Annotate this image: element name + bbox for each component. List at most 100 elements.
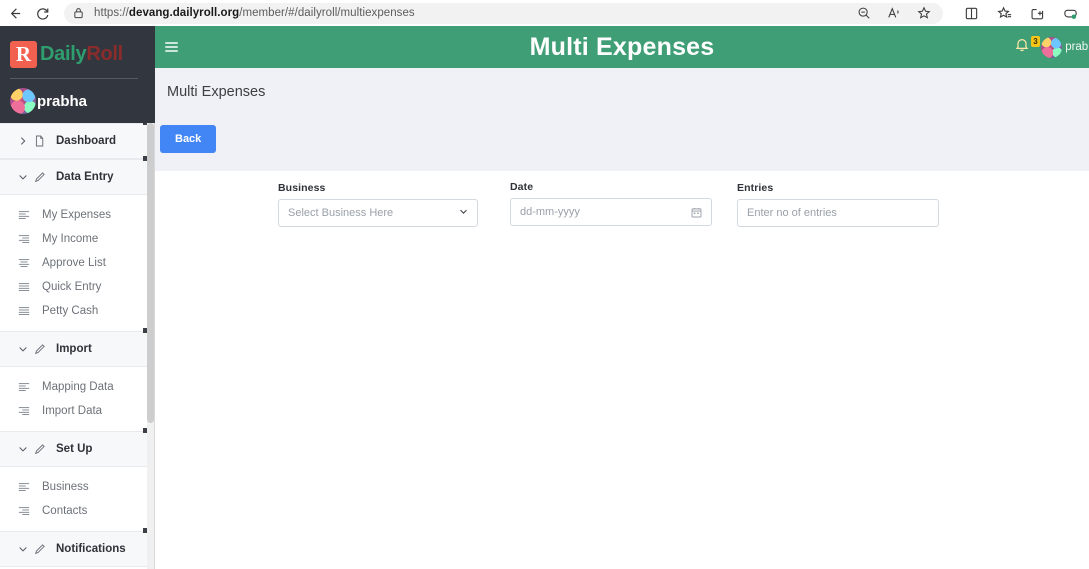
browser-reload-button[interactable]: [28, 1, 56, 25]
sidebar-group-set-up: Business Contacts: [0, 467, 154, 531]
url-text: https://devang.dailyroll.org/member/#/da…: [94, 7, 415, 19]
sidebar-scrollbar-thumb[interactable]: [147, 123, 154, 423]
align-right-icon: [18, 506, 34, 516]
align-justify-icon: [18, 282, 34, 292]
sidebar: R DailyRoll prabha Dashboard Data Entry …: [0, 26, 155, 569]
sidebar-section-label: Import: [56, 343, 92, 355]
align-left-icon: [18, 482, 34, 492]
brand-logo[interactable]: R DailyRoll: [10, 34, 155, 74]
browser-actions: [949, 5, 1089, 22]
chevron-down-icon: [459, 207, 468, 219]
copilot-icon[interactable]: [1062, 5, 1079, 22]
split-screen-icon[interactable]: [963, 5, 980, 22]
notifications-button[interactable]: 3: [1015, 36, 1041, 57]
sidebar-item-import-data[interactable]: Import Data: [0, 399, 154, 423]
sidebar-item-label: Approve List: [42, 257, 106, 269]
brand-name: DailyRoll: [40, 43, 123, 66]
align-left-icon: [18, 382, 34, 392]
header-user-name: prabha: [1065, 41, 1089, 53]
chevron-right-icon: [18, 136, 32, 146]
hamburger-icon[interactable]: [165, 42, 185, 52]
lock-icon: [73, 7, 84, 19]
header-user-menu[interactable]: prabha: [1041, 36, 1089, 58]
sidebar-item-my-income[interactable]: My Income: [0, 227, 154, 251]
sidebar-section-data-entry[interactable]: Data Entry: [0, 156, 154, 195]
chevron-down-icon: [18, 172, 32, 182]
entries-label: Entries: [737, 182, 774, 194]
business-label: Business: [278, 182, 326, 194]
sidebar-user[interactable]: prabha: [10, 88, 155, 114]
sidebar-item-label: Contacts: [42, 505, 88, 517]
sidebar-section-label: Data Entry: [56, 171, 114, 183]
sidebar-item-label: Quick Entry: [42, 281, 102, 293]
chevron-down-icon: [18, 344, 32, 354]
sidebar-section-dashboard[interactable]: Dashboard: [0, 123, 154, 159]
sidebar-section-notifications[interactable]: Notifications: [0, 528, 154, 567]
sidebar-header-divider: [10, 78, 138, 79]
sidebar-item-approve-list[interactable]: Approve List: [0, 251, 154, 275]
web-app: R DailyRoll prabha Dashboard Data Entry …: [0, 26, 1089, 569]
sidebar-item-my-expenses[interactable]: My Expenses: [0, 203, 154, 227]
pencil-icon: [34, 443, 52, 455]
calendar-icon[interactable]: [691, 207, 702, 218]
pencil-icon: [34, 543, 52, 555]
align-center-icon: [18, 258, 34, 268]
align-justify-icon: [18, 306, 34, 316]
collections-icon[interactable]: [996, 5, 1013, 22]
avatar: [1041, 36, 1063, 58]
date-placeholder: dd-mm-yyyy: [520, 206, 580, 218]
brand-mark-letter: R: [15, 41, 32, 66]
main-content: Multi Expenses 3 prabha Multi Expenses: [155, 26, 1089, 569]
brand-mark-icon: R: [10, 40, 37, 68]
sidebar-item-label: Petty Cash: [42, 305, 99, 317]
sidebar-item-business[interactable]: Business: [0, 475, 154, 499]
favorite-star-icon[interactable]: [915, 5, 932, 22]
chevron-down-icon: [18, 544, 32, 554]
address-bar[interactable]: https://devang.dailyroll.org/member/#/da…: [64, 2, 943, 24]
sidebar-menu: Dashboard Data Entry My Expenses My Inco…: [0, 123, 154, 569]
bell-icon: [1015, 37, 1029, 57]
sidebar-group-import: Mapping Data Import Data: [0, 367, 154, 431]
pencil-icon: [34, 171, 52, 183]
date-input[interactable]: dd-mm-yyyy: [510, 198, 712, 226]
notification-badge: 3: [1030, 36, 1041, 47]
sidebar-user-name: prabha: [37, 92, 88, 110]
sidebar-section-label: Set Up: [56, 443, 93, 455]
page-title: Multi Expenses: [529, 32, 715, 61]
align-left-icon: [18, 210, 34, 220]
sidebar-scrollbar[interactable]: [147, 123, 154, 569]
entries-input[interactable]: Enter no of entries: [737, 199, 939, 227]
sidebar-item-label: Mapping Data: [42, 381, 114, 393]
sidebar-item-quick-entry[interactable]: Quick Entry: [0, 275, 154, 299]
business-select-value: Select Business Here: [288, 207, 394, 219]
file-icon: [34, 135, 52, 147]
read-aloud-icon[interactable]: [885, 5, 902, 22]
browser-essentials-icon[interactable]: [1029, 5, 1046, 22]
sidebar-group-data-entry: My Expenses My Income Approve List Quick…: [0, 195, 154, 331]
header-actions: 3 prabha: [1015, 36, 1089, 58]
breadcrumb-bar: Multi Expenses Back: [155, 68, 1089, 171]
sidebar-header: R DailyRoll prabha: [0, 26, 155, 123]
sidebar-item-petty-cash[interactable]: Petty Cash: [0, 299, 154, 323]
breadcrumb: Multi Expenses: [167, 84, 266, 100]
brand-name-part2: Roll: [86, 42, 123, 65]
browser-back-button[interactable]: [0, 1, 28, 25]
pencil-icon: [34, 343, 52, 355]
browser-toolbar: https://devang.dailyroll.org/member/#/da…: [0, 0, 1089, 26]
sidebar-item-mapping-data[interactable]: Mapping Data: [0, 375, 154, 399]
sidebar-section-import[interactable]: Import: [0, 328, 154, 367]
sidebar-section-set-up[interactable]: Set Up: [0, 428, 154, 467]
entries-placeholder: Enter no of entries: [747, 207, 837, 219]
zoom-out-icon[interactable]: [855, 5, 872, 22]
sidebar-item-label: My Income: [42, 233, 99, 245]
chevron-down-icon: [18, 444, 32, 454]
align-right-icon: [18, 234, 34, 244]
sidebar-item-contacts[interactable]: Contacts: [0, 499, 154, 523]
sidebar-item-label: Business: [42, 481, 89, 493]
business-select[interactable]: Select Business Here: [278, 199, 478, 227]
brand-name-part1: Daily: [40, 42, 87, 65]
date-field: Date dd-mm-yyyy: [510, 181, 712, 226]
back-button[interactable]: Back: [160, 125, 217, 153]
business-field: Business Select Business Here: [278, 182, 478, 227]
date-label: Date: [510, 181, 534, 193]
